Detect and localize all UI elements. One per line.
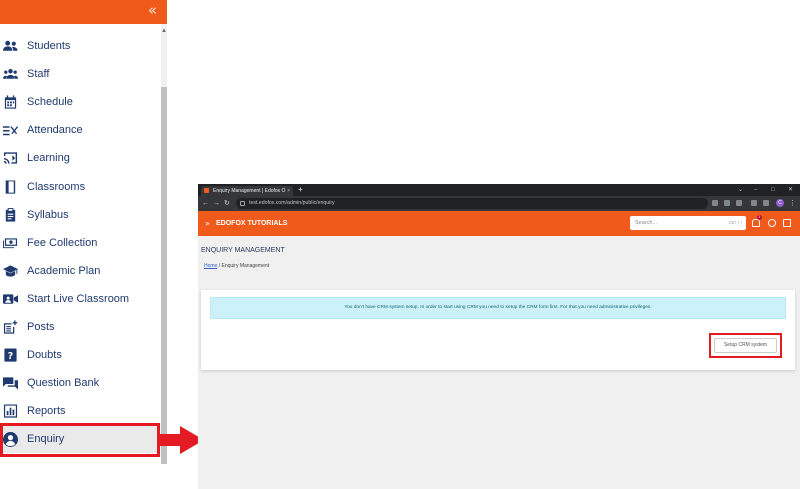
sidebar-item-doubts[interactable]: ? Doubts (0, 341, 160, 369)
sidebar-item-label: Syllabus (27, 208, 69, 221)
post-add-icon (2, 320, 19, 334)
users-icon (2, 39, 19, 53)
money-bill-icon (2, 236, 19, 250)
sidebar-item-label: Attendance (27, 124, 83, 137)
double-chevron-left-icon[interactable]: « (148, 2, 157, 18)
question-box-icon: ? (2, 348, 19, 362)
app-title: EDOFOX TUTORIALS (216, 220, 288, 227)
browser-address-bar: ← → ↻ test.edofox.com/admin/public/enqui… (198, 196, 800, 211)
sidebar-item-schedule[interactable]: Schedule (0, 88, 160, 116)
sidebar-menu: Students Staff Schedule Attendance Learn… (0, 32, 160, 454)
kebab-menu-icon[interactable]: ⋮ (789, 199, 796, 208)
maximize-icon[interactable]: □ (771, 184, 775, 196)
favicon-icon (204, 188, 209, 193)
chat-bubbles-icon (2, 376, 19, 390)
bar-chart-icon (2, 404, 19, 418)
new-tab-button[interactable]: + (298, 185, 303, 195)
browser-tabbar: Enquiry Management | Edofox O × + ⌄ – □ … (198, 184, 800, 196)
sidebar-item-reports[interactable]: Reports (0, 397, 160, 425)
enquiry-highlight-box (0, 423, 160, 457)
download-icon[interactable] (712, 200, 718, 206)
sidebar-scrollbar[interactable]: ▲ (161, 24, 167, 464)
minimize-icon[interactable]: – (754, 184, 757, 196)
help-icon[interactable] (768, 219, 776, 227)
sidebar-item-label: Academic Plan (27, 264, 101, 277)
sidebar-item-fee-collection[interactable]: Fee Collection (0, 229, 160, 257)
clipboard-icon (2, 207, 19, 222)
breadcrumb-home-link[interactable]: Home (204, 263, 217, 269)
calendar-icon (2, 95, 19, 109)
lock-icon (240, 201, 245, 206)
breadcrumb: Home / Enquiry Management (204, 263, 269, 270)
sidebar-item-posts[interactable]: Posts (0, 313, 160, 341)
close-window-icon[interactable]: ✕ (788, 184, 793, 196)
menu-toggle-icon[interactable]: » (205, 219, 210, 228)
sidebar-item-label: Students (27, 40, 71, 53)
extensions-icon[interactable] (751, 200, 757, 206)
breadcrumb-separator: / (218, 263, 221, 269)
sidebar-item-classrooms[interactable]: Classrooms (0, 172, 160, 200)
crm-alert: You don't have CRM system setup. In orde… (210, 297, 786, 319)
book-icon (2, 179, 19, 194)
bell-icon[interactable] (752, 219, 760, 227)
svg-text:?: ? (8, 351, 13, 362)
url-field[interactable]: test.edofox.com/admin/public/enquiry (236, 198, 708, 209)
sidebar-item-question-bank[interactable]: Question Bank (0, 369, 160, 397)
sidebar-item-label: Learning (27, 152, 70, 165)
sidebar-item-label: Staff (27, 68, 50, 81)
sidebar-item-start-live-classroom[interactable]: Start Live Classroom (0, 285, 160, 313)
scroll-up-arrow-icon[interactable]: ▲ (161, 28, 167, 34)
tutorial-screenshot: « Students Staff Schedule Attendance Lea… (0, 0, 800, 489)
sidebar-item-label: Question Bank (27, 377, 100, 390)
url-text: test.edofox.com/admin/public/enquiry (249, 200, 335, 206)
browser-screenshot: Enquiry Management | Edofox O × + ⌄ – □ … (198, 184, 800, 489)
forward-arrow-icon[interactable]: → (213, 199, 220, 208)
sidebar-item-label: Schedule (27, 96, 73, 109)
search-input[interactable]: Search... Ctrl + / (630, 216, 746, 230)
sidebar-item-learning[interactable]: Learning (0, 144, 160, 172)
sidebar-item-academic-plan[interactable]: Academic Plan (0, 257, 160, 285)
tab-close-icon[interactable]: × (287, 186, 290, 196)
sidebar-item-syllabus[interactable]: Syllabus (0, 201, 160, 229)
video-camera-icon (2, 292, 19, 306)
cast-screen-icon (2, 151, 19, 165)
sidebar-item-label: Reports (27, 405, 66, 418)
sidepanel-icon[interactable] (763, 200, 769, 206)
search-placeholder: Search... (635, 220, 658, 226)
sidebar-header: « (0, 0, 167, 24)
graduation-cap-icon (2, 264, 19, 278)
sidebar-item-label: Fee Collection (27, 236, 98, 249)
logout-icon[interactable] (783, 219, 791, 227)
sidebar-item-label: Doubts (27, 349, 62, 362)
breadcrumb-current: Enquiry Management (221, 263, 270, 269)
sidebar-item-label: Start Live Classroom (27, 292, 130, 305)
share-icon[interactable] (724, 200, 730, 206)
sidebar-item-staff[interactable]: Staff (0, 60, 160, 88)
sidebar-item-students[interactable]: Students (0, 32, 160, 60)
attendance-check-icon (2, 123, 19, 137)
search-shortcut: Ctrl + / (728, 220, 742, 225)
reload-icon[interactable]: ↻ (224, 199, 230, 208)
profile-avatar[interactable]: C (776, 199, 784, 207)
page-title: ENQUIRY MANAGEMENT (201, 247, 285, 254)
sidebar: « Students Staff Schedule Attendance Lea… (0, 0, 167, 489)
scroll-thumb[interactable] (161, 87, 167, 464)
sidebar-item-label: Posts (27, 320, 55, 333)
notification-badge: 1 (757, 215, 762, 220)
sidebar-item-attendance[interactable]: Attendance (0, 116, 160, 144)
tab-title: Enquiry Management | Edofox O (213, 188, 286, 194)
app-header: » EDOFOX TUTORIALS Search... Ctrl + / 1 (198, 211, 800, 236)
browser-tab[interactable]: Enquiry Management | Edofox O × (201, 186, 293, 196)
chevron-down-icon[interactable]: ⌄ (738, 184, 743, 196)
star-icon[interactable] (736, 200, 742, 206)
crm-card: You don't have CRM system setup. In orde… (201, 290, 795, 370)
setup-button-highlight-box (709, 333, 782, 358)
sidebar-item-label: Classrooms (27, 180, 86, 193)
back-arrow-icon[interactable]: ← (202, 199, 209, 208)
staff-group-icon (2, 67, 19, 81)
